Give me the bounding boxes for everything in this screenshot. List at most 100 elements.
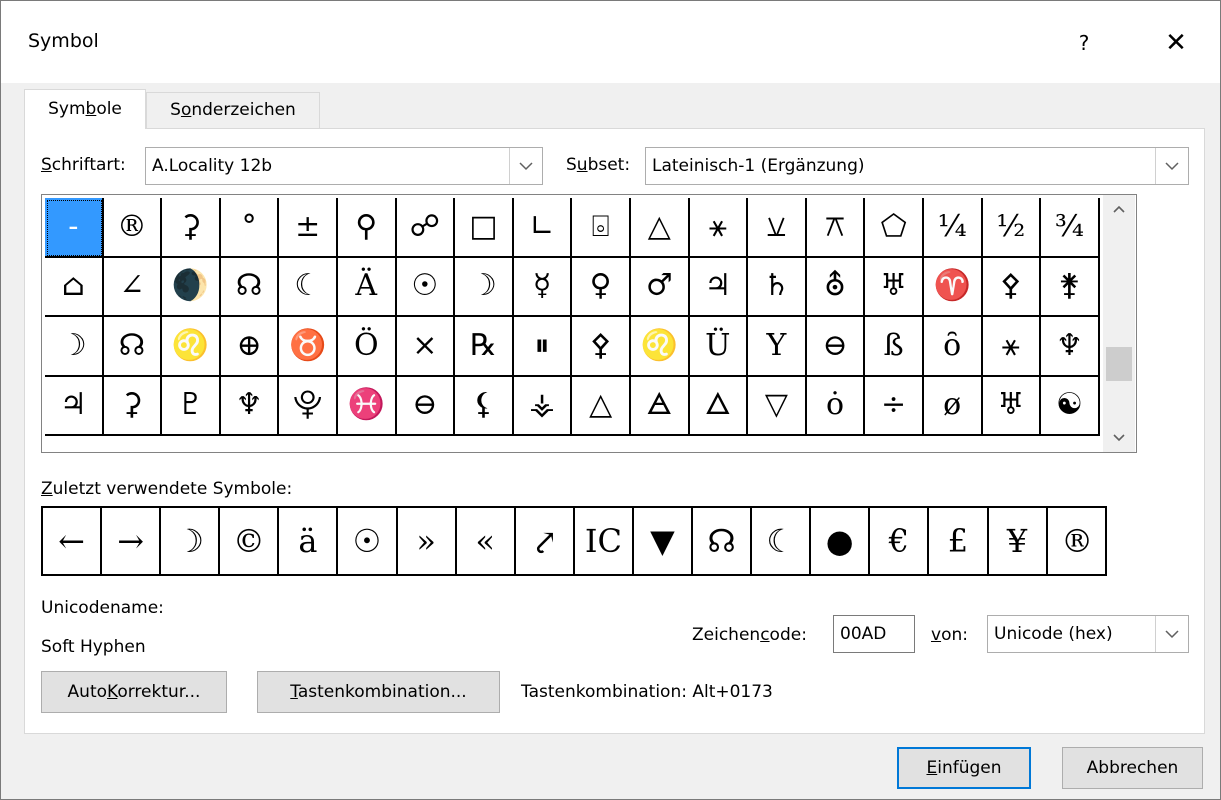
symbol-cell[interactable]: ± (279, 198, 338, 258)
symbol-cell[interactable]: ⛢ (806, 257, 866, 317)
from-select[interactable]: Unicode (hex) (987, 615, 1189, 653)
symbol-cell[interactable]: ♌ (630, 317, 690, 377)
recent-symbol-cell[interactable]: IC (575, 508, 634, 574)
symbol-cell[interactable]: ⚳ (103, 376, 163, 436)
symbol-cell[interactable]: ⚹ (689, 198, 749, 258)
symbol-cell[interactable]: ½ (982, 198, 1042, 258)
recent-symbol-cell[interactable]: ☉ (338, 508, 398, 574)
autocorrect-button[interactable]: AutoKorrektur... (41, 671, 227, 713)
recent-symbol-cell[interactable]: © (220, 508, 280, 574)
scrollbar-thumb[interactable] (1106, 347, 1132, 381)
chevron-down-icon[interactable] (1155, 616, 1188, 652)
tab-symbols[interactable]: Symbole (24, 89, 146, 129)
symbol-cell[interactable]: Ü (689, 317, 749, 377)
symbol-cell[interactable]: ♀ (572, 257, 631, 317)
symbol-cell[interactable]: ☯ (1041, 376, 1100, 436)
symbol-cell[interactable]: ⊖ (396, 376, 456, 436)
help-button[interactable]: ? (1061, 23, 1107, 63)
subset-select[interactable]: Lateinisch-1 (Ergänzung) (645, 147, 1189, 185)
recent-symbol-cell[interactable]: ● (811, 508, 871, 574)
symbol-cell[interactable]: ☊ (220, 257, 280, 317)
recent-symbol-cell[interactable]: ⤤ (516, 508, 575, 574)
symbol-cell[interactable]: ⚲ (337, 198, 397, 258)
font-select[interactable]: A.Locality 12b (145, 147, 543, 185)
symbol-cell[interactable]: ▽ (748, 376, 807, 436)
recent-symbol-cell[interactable]: » (398, 508, 457, 574)
symbol-cell[interactable]: △ (572, 376, 631, 436)
symbol-cell[interactable]: ⚸ (455, 376, 514, 436)
symbol-cell[interactable]: ⚴ (982, 257, 1042, 317)
symbol-cell[interactable]: ♂ (630, 257, 690, 317)
symbol-cell[interactable]: ♄ (748, 257, 807, 317)
symbol-cell[interactable]: ¾ (1041, 198, 1100, 258)
symbol-cell[interactable]: ☍ (396, 198, 456, 258)
symbol-cell[interactable]: ♈ (923, 257, 983, 317)
symbol-cell[interactable]: ¼ (923, 198, 983, 258)
symbol-cell[interactable]: 🜁 (630, 376, 690, 436)
symbol-grid-scrollbar[interactable] (1103, 195, 1135, 452)
recent-symbol-cell[interactable]: → (102, 508, 162, 574)
chevron-down-icon[interactable] (1155, 148, 1188, 184)
symbol-cell[interactable]: ⚻ (806, 198, 866, 258)
symbol-cell[interactable]: ⌻ (572, 198, 631, 258)
symbol-cell[interactable]: Ö (337, 317, 397, 377)
symbol-cell[interactable]: ♉ (279, 317, 338, 377)
symbol-cell[interactable]: ℞ (455, 317, 514, 377)
symbol-cell[interactable]: Ä (337, 257, 397, 317)
cancel-button[interactable]: Abbrechen (1062, 747, 1203, 789)
symbol-cell[interactable]: ♅ (982, 376, 1042, 436)
symbol-cell[interactable]: ° (220, 198, 280, 258)
symbol-cell[interactable]: ⬠ (865, 198, 924, 258)
insert-button[interactable]: Einfügen (897, 747, 1031, 789)
symbol-cell[interactable]: △ (630, 198, 690, 258)
symbol-cell[interactable]: ⚴ (572, 317, 631, 377)
symbol-cell[interactable]: ⚺ (748, 198, 807, 258)
recent-symbol-cell[interactable]: ☊ (693, 508, 753, 574)
symbol-cell[interactable]: ♌ (162, 317, 221, 377)
symbol-cell[interactable]: ☿ (513, 257, 573, 317)
symbol-cell[interactable]: □ (455, 198, 514, 258)
symbol-cell[interactable]: ∟ (513, 198, 573, 258)
symbol-cell[interactable]: ÷ (865, 376, 924, 436)
symbol-cell[interactable]: × (396, 317, 456, 377)
recent-symbol-cell[interactable]: « (457, 508, 516, 574)
scroll-up-icon[interactable] (1103, 195, 1135, 223)
symbol-cell[interactable]: 🜂 (689, 376, 749, 436)
symbol-cell[interactable]: ♃ (689, 257, 749, 317)
symbol-cell[interactable]: ☾ (279, 257, 338, 317)
symbol-cell[interactable]: ß (865, 317, 924, 377)
symbol-cell[interactable]: ⯓ (279, 376, 338, 436)
symbol-cell[interactable]: ♅ (865, 257, 924, 317)
symbol-cell[interactable]: ☉ (396, 257, 456, 317)
symbol-cell[interactable]: ⊖ (806, 317, 866, 377)
symbol-cell[interactable]: ☽ (455, 257, 514, 317)
close-button[interactable]: ✕ (1153, 23, 1199, 63)
symbol-cell[interactable]: ø (923, 376, 983, 436)
symbol-cell[interactable]: ♆ (1041, 317, 1100, 377)
recent-symbol-cell[interactable]: ¥ (989, 508, 1048, 574)
recent-symbol-cell[interactable]: € (870, 508, 930, 574)
symbol-cell[interactable]: - (45, 198, 104, 258)
recent-symbol-cell[interactable]: ® (1048, 508, 1107, 574)
symbol-cell[interactable]: 🌒 (162, 257, 221, 317)
recent-symbol-cell[interactable]: ☽ (161, 508, 221, 574)
symbol-cell[interactable]: ȯ (806, 376, 866, 436)
shortcut-key-button[interactable]: Tastenkombination... (257, 671, 500, 713)
symbol-cell[interactable]: ⚶ (513, 376, 573, 436)
symbol-cell[interactable]: Y (748, 317, 807, 377)
recent-symbol-cell[interactable]: £ (929, 508, 989, 574)
symbol-cell[interactable]: ☽ (45, 317, 104, 377)
char-code-input[interactable]: 00AD (833, 615, 915, 653)
symbol-cell[interactable]: ȏ (923, 317, 983, 377)
symbol-cell[interactable]: ♓ (337, 376, 397, 436)
symbol-cell[interactable]: ☊ (103, 317, 163, 377)
symbol-cell[interactable]: ♆ (220, 376, 280, 436)
recent-symbol-cell[interactable]: ▼ (634, 508, 694, 574)
symbol-cell[interactable]: ⏸ (513, 317, 573, 377)
recent-symbol-cell[interactable]: ☾ (752, 508, 812, 574)
symbol-cell[interactable]: ⚹ (982, 317, 1042, 377)
symbol-cell[interactable]: ♇ (162, 376, 221, 436)
symbol-cell[interactable]: ⊕ (220, 317, 280, 377)
tab-special-characters[interactable]: Sonderzeichen (146, 92, 320, 128)
symbol-cell[interactable]: ⚳ (162, 198, 221, 258)
